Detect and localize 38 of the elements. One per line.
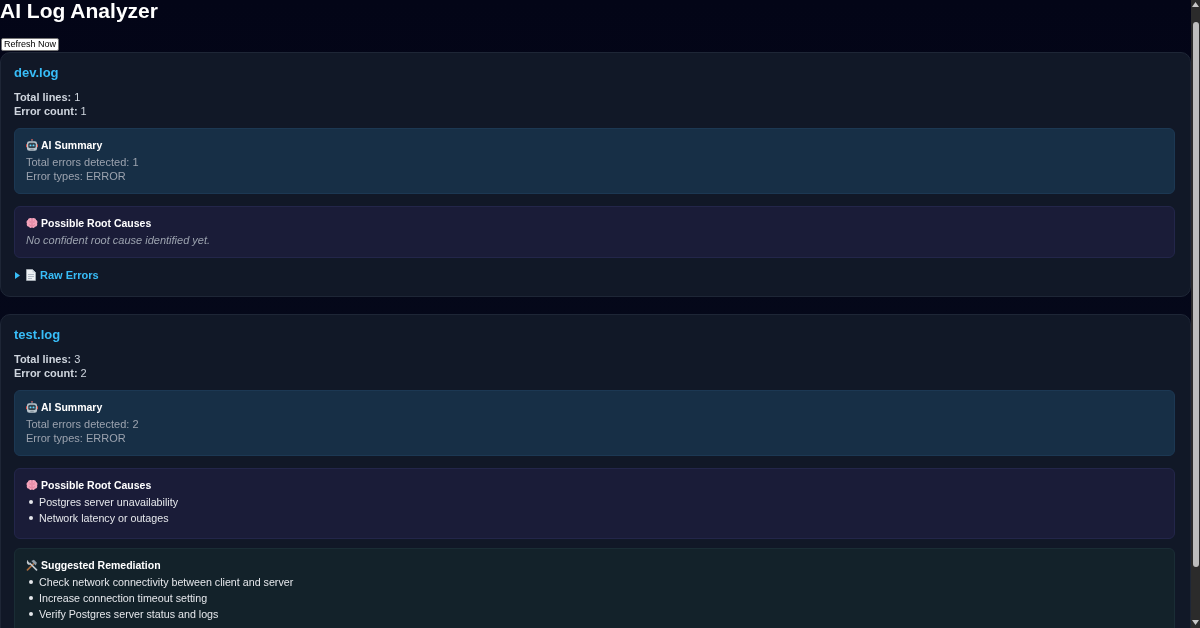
brain-icon bbox=[26, 217, 38, 229]
refresh-button[interactable]: Refresh Now bbox=[1, 38, 60, 51]
log-filename: test.log bbox=[14, 327, 61, 343]
stat-text: Total lines: 1 bbox=[14, 90, 81, 104]
list-item-text: Postgres server unavailability bbox=[39, 495, 178, 510]
list-item-text: Verify Postgres server status and logs bbox=[39, 607, 219, 622]
list-item-text: Check network connectivity between client and server bbox=[39, 575, 294, 590]
summary-line: Error types: ERROR bbox=[26, 169, 126, 183]
raw-errors-toggle[interactable]: Raw Errors bbox=[14, 268, 99, 282]
section-title: AI Summary bbox=[41, 400, 103, 414]
document-icon bbox=[26, 269, 36, 281]
summary-line: Error types: ERROR bbox=[26, 431, 126, 445]
list-item-text: Network latency or outages bbox=[39, 511, 169, 526]
note-text: No confident root cause identified yet. bbox=[26, 233, 211, 247]
robot-icon bbox=[26, 139, 38, 151]
bullet-icon bbox=[29, 500, 33, 504]
brain-icon bbox=[26, 479, 38, 491]
stat-text: Error count: 2 bbox=[14, 366, 87, 380]
section-title: Possible Root Causes bbox=[41, 216, 152, 230]
bullet-icon bbox=[29, 596, 33, 600]
hammer-and-wrench-icon bbox=[26, 559, 38, 571]
robot-icon bbox=[26, 401, 38, 413]
scroll-up-arrow-icon[interactable] bbox=[1192, 2, 1199, 7]
list-item-text: Increase connection timeout setting bbox=[39, 591, 208, 606]
log-filename: dev.log bbox=[14, 65, 59, 81]
stat-text: Total lines: 3 bbox=[14, 352, 81, 366]
section-title: AI Summary bbox=[41, 138, 103, 152]
bullet-icon bbox=[29, 612, 33, 616]
page-title: AI Log Analyzer bbox=[0, 0, 158, 24]
summary-line: Total errors detected: 1 bbox=[26, 155, 139, 169]
section-title: Possible Root Causes bbox=[41, 478, 152, 492]
bullet-icon bbox=[29, 516, 33, 520]
summary-line: Total errors detected: 2 bbox=[26, 417, 139, 431]
stat-text: Error count: 1 bbox=[14, 104, 87, 118]
scroll-down-arrow-icon[interactable] bbox=[1192, 620, 1199, 625]
scrollbar-thumb[interactable] bbox=[1193, 22, 1199, 567]
section-title: Suggested Remediation bbox=[41, 558, 161, 572]
bullet-icon bbox=[29, 580, 33, 584]
